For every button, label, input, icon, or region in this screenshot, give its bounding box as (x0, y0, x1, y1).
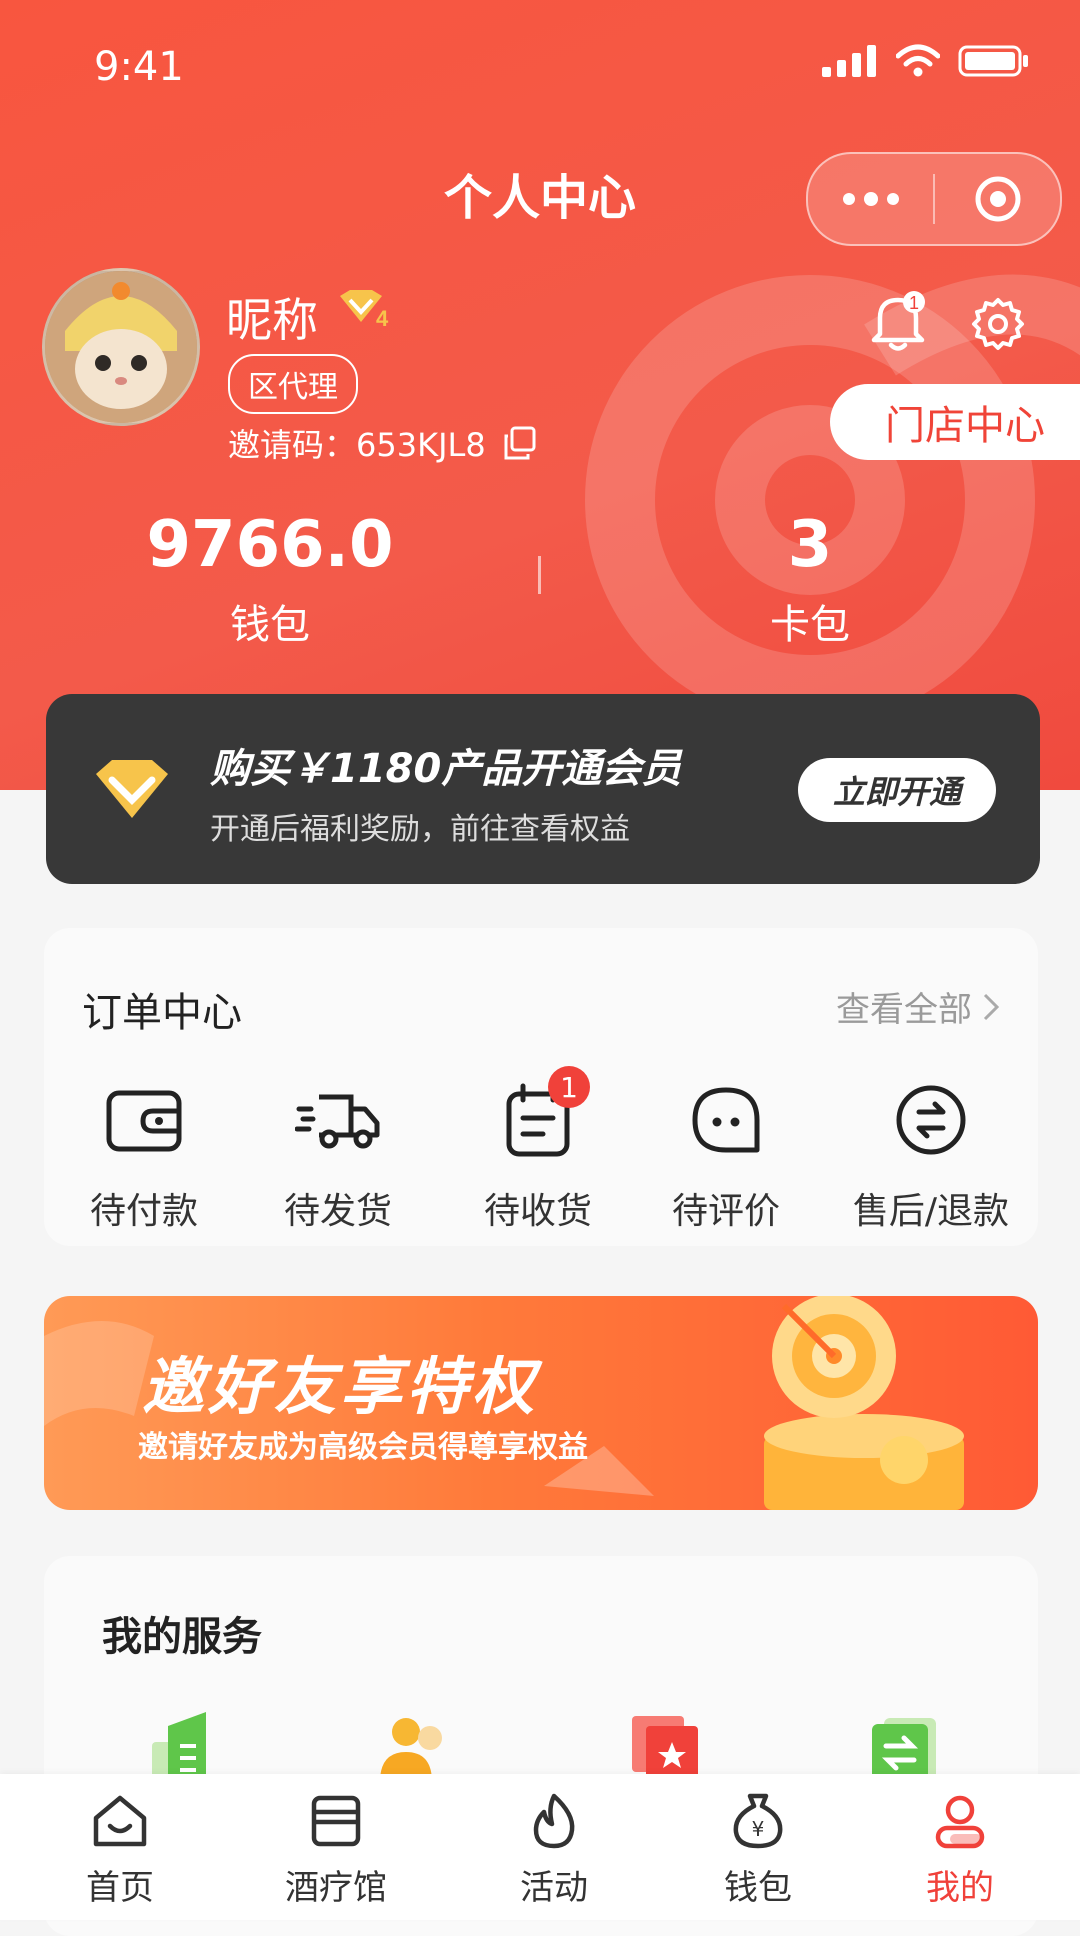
order-pending-shipment[interactable]: 待发货 (238, 1078, 438, 1234)
mini-program-capsule (806, 152, 1062, 246)
more-button[interactable] (808, 154, 933, 244)
wifi-icon (896, 44, 940, 77)
favorite-service-icon[interactable] (626, 1712, 706, 1782)
signal-icon (822, 45, 876, 77)
order-label: 售后/退款 (852, 1191, 1010, 1232)
vip-level-text: 4 (376, 306, 389, 330)
more-dots-icon (842, 192, 899, 206)
card-label: 卡包 (770, 602, 850, 648)
tab-label: 首页 (86, 1868, 154, 1908)
bell-icon: 1 (871, 291, 925, 351)
tab-label: 酒疗馆 (285, 1868, 387, 1908)
wallet-label: 钱包 (230, 602, 310, 648)
tab-label: 钱包 (724, 1868, 792, 1908)
view-all-label: 查看全部 (836, 990, 972, 1030)
member-title: 购买￥1180产品开通会员 (210, 746, 682, 792)
tab-label: 我的 (926, 1868, 994, 1908)
gear-icon (972, 298, 1024, 350)
invite-banner-subtitle: 邀请好友成为高级会员得尊享权益 (138, 1430, 588, 1465)
flame-icon (533, 1793, 575, 1849)
order-pending-receipt[interactable]: 1 待收货 (438, 1066, 638, 1234)
order-label: 待评价 (671, 1191, 780, 1232)
profile-header: 9:41 个人中心 昵称 4 区代理 邀请码：653KJL8 1 门店中心 97… (0, 0, 1080, 790)
refund-icon (896, 1085, 966, 1155)
bottom-tab-bar: 首页 酒疗馆 活动 ¥ 钱包 我的 (0, 1774, 1080, 1920)
status-icons (822, 44, 1030, 78)
battery-icon (958, 45, 1028, 77)
diamond-icon: 4 (340, 290, 389, 331)
wallet-icon (106, 1090, 182, 1152)
tab-label: 活动 (520, 1868, 588, 1908)
invite-code-row: 邀请码：653KJL8 (228, 420, 536, 466)
order-center-card: 订单中心 查看全部 待付款 待发货 1 待收货 待评价 售后/退款 (44, 928, 1038, 1246)
services-title: 我的服务 (102, 1614, 262, 1660)
cat-avatar-image (45, 271, 197, 423)
order-after-sales[interactable]: 售后/退款 (824, 1078, 1038, 1234)
membership-card[interactable]: 购买￥1180产品开通会员 开通后福利奖励，前往查看权益 立即开通 (46, 694, 1040, 884)
copy-icon[interactable] (502, 426, 536, 460)
wallet-stat[interactable]: 9766.0 钱包 (140, 508, 400, 650)
user-icon (935, 1795, 985, 1849)
wallet-balance: 9766.0 (146, 508, 394, 582)
home-icon (93, 1795, 147, 1847)
money-bag-icon: ¥ (733, 1793, 783, 1849)
order-pending-review[interactable]: 待评价 (626, 1078, 826, 1234)
target-icon (975, 176, 1020, 222)
store-icon (311, 1795, 361, 1847)
nickname: 昵称 (226, 293, 318, 347)
member-subtitle: 开通后福利奖励，前往查看权益 (210, 812, 630, 847)
open-membership-button[interactable]: 立即开通 (798, 758, 996, 822)
order-center-title: 订单中心 (82, 990, 242, 1036)
tab-home[interactable]: 首页 (40, 1792, 200, 1909)
order-label: 待付款 (89, 1191, 198, 1232)
vip-level-badge: 4 (336, 290, 392, 334)
settings-button[interactable] (970, 296, 1026, 356)
truck-icon (295, 1094, 380, 1149)
exchange-service-icon[interactable] (864, 1712, 944, 1782)
role-tag: 区代理 (228, 354, 358, 414)
chat-bubble-icon (692, 1087, 760, 1153)
avatar[interactable] (42, 268, 200, 426)
stat-divider (538, 556, 541, 594)
invite-friends-banner[interactable]: 邀好友享特权 邀请好友成为高级会员得尊享权益 (44, 1296, 1038, 1510)
order-pending-payment[interactable]: 待付款 (44, 1078, 244, 1234)
card-stat[interactable]: 3 卡包 (700, 508, 920, 650)
notification-button[interactable]: 1 (866, 290, 932, 360)
store-center-button[interactable]: 门店中心 (830, 384, 1080, 460)
order-label: 待发货 (283, 1191, 392, 1232)
invite-banner-title: 邀好友享特权 (142, 1350, 539, 1423)
team-service-icon[interactable] (374, 1712, 454, 1782)
tab-activity[interactable]: 活动 (474, 1792, 634, 1909)
notification-badge: 1 (548, 1066, 590, 1108)
status-time: 9:41 (94, 44, 184, 90)
close-mini-program-button[interactable] (935, 154, 1060, 244)
invite-code: 邀请码：653KJL8 (228, 426, 486, 464)
tab-wine-hall[interactable]: 酒疗馆 (256, 1792, 416, 1909)
tab-wallet[interactable]: ¥ 钱包 (678, 1792, 838, 1909)
view-all-orders-link[interactable]: 查看全部 (836, 982, 1000, 1031)
order-label: 待收货 (483, 1191, 592, 1232)
document-service-icon[interactable] (144, 1712, 224, 1782)
card-count: 3 (787, 508, 833, 582)
tab-mine[interactable]: 我的 (880, 1792, 1040, 1909)
svg-text:¥: ¥ (752, 1817, 765, 1841)
diamond-icon (96, 760, 168, 818)
notification-count: 1 (909, 293, 919, 313)
chevron-right-icon (983, 993, 1000, 1020)
